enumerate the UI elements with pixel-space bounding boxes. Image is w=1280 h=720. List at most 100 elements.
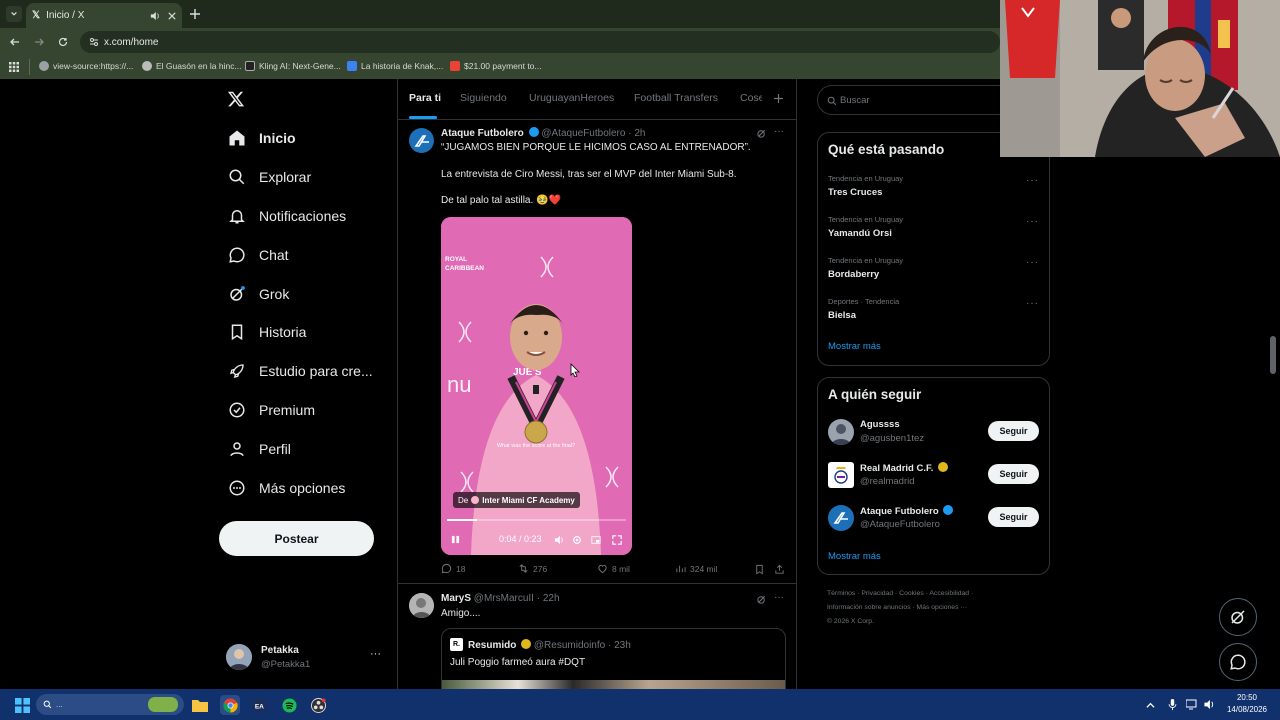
- chrome-icon[interactable]: [220, 695, 240, 715]
- back-icon[interactable]: [10, 37, 20, 47]
- sidebar-item-grok[interactable]: Grok: [228, 285, 289, 303]
- avatar[interactable]: [409, 128, 434, 153]
- reload-icon[interactable]: [58, 37, 68, 47]
- follow-suggestion[interactable]: Real Madrid C.F. @realmadrid Seguir: [818, 459, 1049, 497]
- account-switcher[interactable]: Petakka @Petakka1 ···: [226, 642, 386, 674]
- follow-suggestion[interactable]: Ataque Futbolero @AtaqueFutbolero Seguir: [818, 502, 1049, 540]
- forward-icon[interactable]: [34, 37, 44, 47]
- sidebar-item-notificaciones[interactable]: Notificaciones: [228, 207, 346, 225]
- post-marys[interactable]: MaryS @MrsMarcuII · 22h ··· Amigo.... R.…: [398, 585, 796, 689]
- trend-more-icon[interactable]: ···: [1026, 257, 1039, 268]
- trend-item[interactable]: Tendencia en Uruguay Bordaberry ···: [818, 253, 1049, 291]
- site-info-icon[interactable]: [89, 37, 99, 47]
- sidebar-item-explorar[interactable]: Explorar: [228, 168, 311, 186]
- post-time[interactable]: · 22h: [537, 593, 560, 604]
- post-handle[interactable]: @MrsMarcuII: [474, 593, 534, 604]
- reply-button[interactable]: 18: [441, 563, 465, 574]
- video-progress-track[interactable]: [447, 519, 626, 521]
- page-scrollbar[interactable]: [1270, 336, 1276, 374]
- trend-item[interactable]: Tendencia en Uruguay Tres Cruces ···: [818, 171, 1049, 209]
- footer-link[interactable]: Accesibilidad: [929, 590, 969, 597]
- bookmark-post-icon[interactable]: [754, 564, 765, 575]
- video-player[interactable]: JUE'S nu ROYAL CARIBBEAN What was the sc…: [441, 217, 632, 555]
- add-tab-icon[interactable]: [774, 94, 783, 103]
- footer-link[interactable]: Cookies: [899, 590, 924, 597]
- share-icon[interactable]: [774, 564, 785, 575]
- system-clock[interactable]: 20:50 14/08/2026: [1222, 692, 1272, 716]
- post-more-icon[interactable]: ···: [774, 592, 784, 603]
- sidebar-item-chat[interactable]: Chat: [228, 246, 289, 264]
- footer-link[interactable]: Términos: [827, 590, 855, 597]
- volume-icon[interactable]: [1203, 699, 1215, 710]
- tab-football-transfers[interactable]: Football Transfers: [634, 92, 718, 104]
- quoted-post[interactable]: R. Resumido @Resumidoinfo · 23h Juli Pog…: [441, 628, 786, 689]
- post-button[interactable]: Postear: [219, 521, 374, 556]
- address-bar[interactable]: x.com/home: [80, 31, 1000, 53]
- bookmark-kling[interactable]: Kling AI: Next-Gene...: [245, 61, 341, 71]
- taskbar-search[interactable]: ...: [36, 694, 184, 715]
- browser-tab[interactable]: 𝕏 Inicio / X: [26, 3, 182, 28]
- post-ataque-futbolero[interactable]: Ataque Futbolero @AtaqueFutbolero · 2h ·…: [398, 120, 796, 584]
- trend-item[interactable]: Deportes · Tendencia Bielsa ···: [818, 294, 1049, 332]
- trend-more-icon[interactable]: ···: [1026, 298, 1039, 309]
- apps-grid-icon[interactable]: [9, 62, 19, 72]
- new-tab-icon[interactable]: [190, 9, 200, 19]
- sidebar-item-perfil[interactable]: Perfil: [228, 440, 291, 458]
- views-button[interactable]: 324 mil: [675, 563, 717, 574]
- grok-analyze-icon[interactable]: [756, 128, 767, 139]
- video-source-label[interactable]: De Inter Miami CF Academy: [453, 492, 580, 508]
- bookmark-guason[interactable]: El Guasón en la hinc...: [142, 61, 242, 71]
- post-author[interactable]: MaryS: [441, 593, 471, 604]
- post-author[interactable]: Ataque Futbolero: [441, 128, 524, 139]
- follow-show-more-link[interactable]: Mostrar más: [828, 551, 881, 562]
- footer-link[interactable]: Información sobre anuncios: [827, 604, 911, 611]
- windows-start-icon[interactable]: [12, 695, 32, 715]
- sidebar-item-historia[interactable]: Historia: [228, 323, 306, 341]
- post-handle[interactable]: @AtaqueFutbolero: [541, 128, 625, 139]
- footer-link[interactable]: Más opciones ···: [917, 604, 968, 611]
- bookmark-knak[interactable]: La historia de Knak,...: [347, 61, 443, 71]
- like-button[interactable]: 8 mil: [597, 563, 630, 574]
- pip-icon[interactable]: [591, 535, 601, 545]
- trend-item[interactable]: Tendencia en Uruguay Yamandú Orsi ···: [818, 212, 1049, 250]
- pause-icon[interactable]: [451, 535, 460, 544]
- messages-fab[interactable]: [1219, 643, 1257, 681]
- more-dots-icon[interactable]: ···: [370, 648, 381, 660]
- grok-analyze-icon[interactable]: [756, 594, 767, 605]
- post-more-icon[interactable]: ···: [774, 126, 784, 137]
- settings-icon[interactable]: [572, 535, 582, 545]
- post-time[interactable]: · 2h: [628, 128, 645, 139]
- follow-button[interactable]: Seguir: [988, 507, 1039, 527]
- grok-fab[interactable]: [1219, 598, 1257, 636]
- trend-more-icon[interactable]: ···: [1026, 175, 1039, 186]
- fullscreen-icon[interactable]: [612, 535, 622, 545]
- tab-search-button[interactable]: [6, 6, 22, 22]
- trend-more-icon[interactable]: ···: [1026, 216, 1039, 227]
- footer-link[interactable]: Privacidad: [861, 590, 893, 597]
- network-icon[interactable]: [1186, 699, 1198, 710]
- speaker-icon[interactable]: [150, 11, 160, 21]
- close-tab-icon[interactable]: [168, 11, 176, 20]
- trends-show-more-link[interactable]: Mostrar más: [828, 341, 881, 352]
- sidebar-item-premium[interactable]: Premium: [228, 401, 315, 419]
- spotify-icon[interactable]: [279, 695, 299, 715]
- sidebar-item-inicio[interactable]: Inicio: [228, 129, 296, 147]
- x-logo-icon[interactable]: [227, 90, 245, 108]
- volume-icon[interactable]: [554, 535, 564, 545]
- tab-uruguayanheroes[interactable]: UruguayanHeroes: [529, 92, 614, 104]
- follow-button[interactable]: Seguir: [988, 464, 1039, 484]
- file-explorer-icon[interactable]: [190, 695, 210, 715]
- avatar[interactable]: [409, 593, 434, 618]
- tab-para-ti[interactable]: Para ti: [409, 92, 441, 104]
- ea-app-icon[interactable]: EA: [249, 695, 269, 715]
- bookmark-payment[interactable]: $21.00 payment to...: [450, 61, 542, 71]
- tab-cose[interactable]: Cose: [740, 92, 762, 104]
- follow-button[interactable]: Seguir: [988, 421, 1039, 441]
- follow-suggestion[interactable]: Agussss @agusben1tez Seguir: [818, 416, 1049, 454]
- repost-button[interactable]: 276: [518, 563, 547, 574]
- tab-siguiendo[interactable]: Siguiendo: [460, 92, 507, 104]
- bookmark-view-source[interactable]: view-source:https://...: [39, 61, 133, 71]
- tray-chevron-up-icon[interactable]: [1146, 701, 1155, 710]
- sidebar-item-estudio[interactable]: Estudio para cre...: [228, 362, 373, 380]
- microphone-icon[interactable]: [1168, 699, 1177, 711]
